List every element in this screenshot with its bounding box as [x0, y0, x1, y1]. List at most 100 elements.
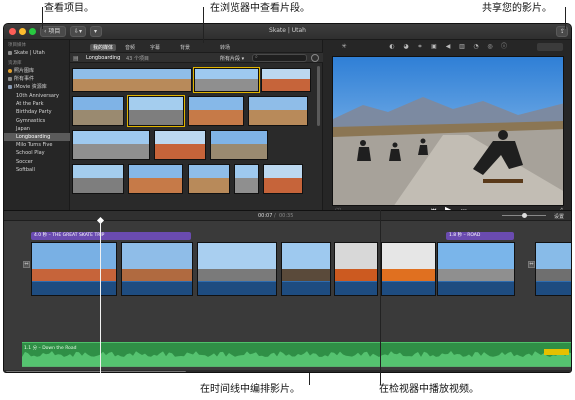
clip-thumbnail[interactable] [72, 130, 150, 160]
transition-icon[interactable]: ⇔ [23, 261, 30, 268]
media-tab[interactable]: 背景 [180, 44, 190, 51]
clip-thumbnail[interactable] [193, 67, 260, 93]
clip-thumbnail[interactable] [72, 164, 124, 194]
event-item[interactable]: Birthday Party [4, 108, 70, 116]
library-item-project[interactable]: Skate | Utah [4, 49, 70, 57]
search-icon: ⌕ [255, 54, 258, 60]
playhead[interactable] [100, 220, 101, 373]
event-item[interactable]: Milo Turns Five [4, 141, 70, 149]
event-item[interactable]: At the Park [4, 100, 70, 108]
event-item[interactable]: School Play [4, 149, 70, 157]
color-correction-icon[interactable]: ◕ [403, 44, 409, 50]
clip-thumbnail[interactable] [127, 95, 185, 127]
sidebar-toggle-icon[interactable]: ▤ [73, 55, 79, 62]
clip-thumbnail[interactable] [154, 130, 206, 160]
timeline-toolbar: 00:07 / 00:35 设置 [4, 211, 571, 221]
grid-icon [8, 77, 12, 81]
page: 查看项目。 在浏览器中查看片段。 共享您的影片。 在时间线中编排影片。 在检视器… [0, 0, 575, 400]
clip-thumbnail[interactable] [128, 164, 183, 194]
zoom-slider-knob[interactable] [522, 213, 527, 218]
volume-icon[interactable]: ◀ [445, 44, 451, 50]
skaters-video-image [333, 57, 563, 205]
timeline: 00:07 / 00:35 设置 4.0 秒 – THE GREAT SKATE… [4, 210, 571, 372]
callout-view-in-browser: 在浏览器中查看片段。 [210, 3, 310, 14]
timeline-clip[interactable] [381, 242, 436, 296]
library-icon [8, 85, 12, 89]
filter-popup[interactable]: 所有片段 ▾ [220, 55, 244, 62]
clip-thumbnail[interactable] [188, 164, 230, 194]
browser-scrollbar[interactable] [317, 66, 320, 126]
title-bar: ‹ 项目 ⇩▾ ▾ Skate | Utah ⇪ [4, 24, 571, 40]
timeline-scrollbar-thumb[interactable] [6, 371, 186, 372]
media-browser: 我的媒体 音频 字幕 背景 转场 ▤ Longboarding 43 个项目 所有片段 … [70, 40, 323, 210]
library-item-photos[interactable]: 照片图库 [4, 67, 70, 75]
clip-thumbnail[interactable] [72, 68, 192, 92]
callout-line-share [565, 7, 566, 29]
magic-wand-icon[interactable]: ✳ [341, 44, 347, 50]
event-count: 43 个项目 [126, 56, 149, 62]
music-waveform [22, 351, 571, 367]
timeline-clip[interactable] [281, 242, 331, 296]
clip-thumbnail[interactable] [234, 164, 259, 194]
timeline-clip[interactable] [31, 242, 117, 296]
library-item-imovie-library[interactable]: iMovie 资源库 [4, 83, 70, 91]
info-icon[interactable]: ⓘ [501, 44, 507, 50]
clip-thumbnail[interactable] [210, 130, 268, 160]
clip-thumbnail[interactable] [248, 96, 308, 126]
project-media-header: 项目媒体 [8, 43, 26, 48]
event-item[interactable]: Soccer [4, 158, 70, 166]
audio-peak-marker [544, 349, 569, 355]
clip-thumbnail[interactable] [188, 96, 244, 126]
time-total: 00:35 [279, 213, 294, 219]
title-clip-great-skate-trip[interactable]: 4.0 秒 – THE GREAT SKATE TRIP [31, 232, 191, 240]
callout-line-items [42, 7, 43, 29]
viewer: ✳ ◐ ◕ ⌗ ▣ ◀ ▥ ◔ ◎ ⓘ [323, 40, 571, 215]
timeline-settings-button[interactable]: 设置 [554, 213, 564, 220]
background-music-track[interactable]: 1.1 分 – Down the Road [22, 342, 571, 367]
clip-thumbnail[interactable] [261, 68, 311, 92]
callout-browse-items: 查看项目。 [44, 3, 94, 14]
clip-thumbnail[interactable] [263, 164, 303, 194]
crop-icon[interactable]: ⌗ [417, 44, 423, 50]
film-icon [8, 51, 12, 55]
timeline-clip[interactable] [197, 242, 277, 296]
callout-line-timeline [309, 373, 310, 385]
event-item[interactable]: Longboarding [4, 133, 70, 141]
libraries-header: 资源库 [8, 61, 22, 66]
media-tab[interactable]: 转场 [220, 44, 230, 51]
event-item[interactable]: Softball [4, 166, 70, 174]
photos-icon [8, 69, 12, 73]
browser-header: ▤ Longboarding 43 个项目 所有片段 ▾ ⌕ [70, 52, 323, 63]
settings-gear-icon[interactable] [311, 54, 319, 62]
event-item[interactable]: Gymnastics [4, 117, 70, 125]
time-current: 00:07 [258, 213, 273, 219]
media-tab[interactable]: 我的媒体 [90, 44, 117, 51]
stabilization-icon[interactable]: ▣ [431, 44, 437, 50]
timeline-scrollbar-track[interactable] [4, 370, 571, 372]
timeline-clip[interactable] [535, 242, 571, 296]
reset-all-button[interactable] [537, 43, 563, 51]
library-item-all-events[interactable]: 所有事件 [4, 75, 70, 83]
viewer-video-frame[interactable] [332, 56, 564, 206]
speed-icon[interactable]: ◔ [473, 44, 479, 50]
title-clip-road[interactable]: 1.8 秒 – ROAD [446, 232, 514, 240]
event-item[interactable]: Japan [4, 125, 70, 133]
event-title: Longboarding [86, 55, 121, 61]
media-tab[interactable]: 音频 [125, 44, 135, 51]
timeline-clip[interactable] [121, 242, 193, 296]
clip-thumbnail[interactable] [72, 96, 124, 126]
event-item[interactable]: 10th Anniversary [4, 92, 70, 100]
share-icon: ⇪ [560, 28, 566, 35]
color-balance-icon[interactable]: ◐ [389, 44, 395, 50]
callout-arrange-timeline: 在时间线中编排影片。 [200, 384, 300, 395]
transition-icon-2[interactable]: ⇔ [528, 261, 535, 268]
share-button[interactable]: ⇪ [556, 26, 568, 37]
timeline-clip[interactable] [334, 242, 378, 296]
search-field[interactable]: ⌕ [252, 54, 307, 62]
media-tab[interactable]: 字幕 [150, 44, 160, 51]
callout-line-viewer [380, 210, 381, 385]
libraries-list: 项目媒体 Skate | Utah 资源库 照片图库 所有事件 iMovie 资… [4, 40, 70, 210]
timeline-clip[interactable] [437, 242, 515, 296]
filter-icon[interactable]: ◎ [487, 44, 493, 50]
noise-reduction-icon[interactable]: ▥ [459, 44, 465, 50]
